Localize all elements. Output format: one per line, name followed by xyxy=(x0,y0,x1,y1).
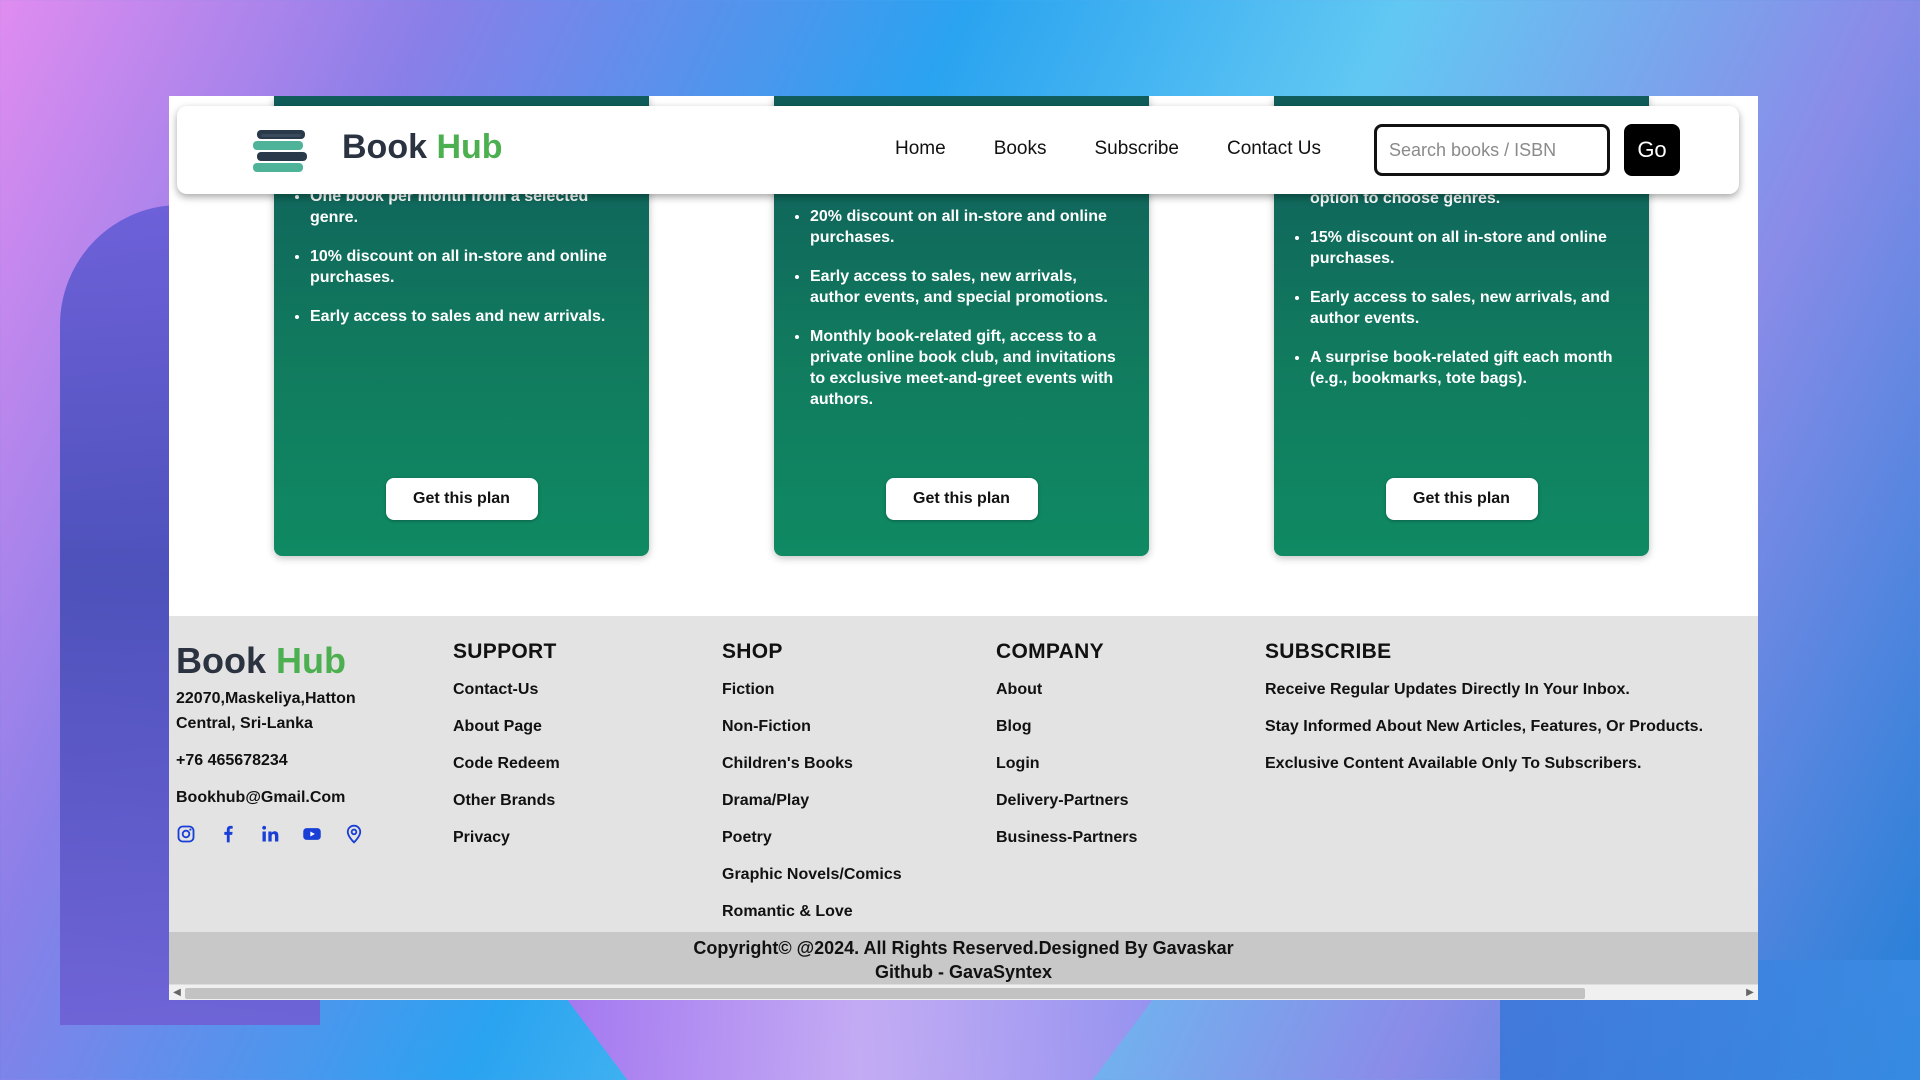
footer-brand-column: Book Hub 22070,Maskeliya,Hatton Central,… xyxy=(176,640,364,844)
footer-support-column: SUPPORT Contact-Us About Page Code Redee… xyxy=(453,640,560,865)
footer-link[interactable]: About xyxy=(996,680,1137,699)
background-shape xyxy=(560,990,1160,1080)
copyright-text: Copyright© @2024. All Rights Reserved.De… xyxy=(693,938,1234,958)
nav-books[interactable]: Books xyxy=(994,138,1047,160)
footer-logo: Book Hub xyxy=(176,640,364,682)
browser-window: One book per month from a selected genre… xyxy=(169,96,1758,1000)
brand-name-part2: Hub xyxy=(436,128,503,166)
footer-link[interactable]: Login xyxy=(996,754,1137,773)
plan-features: option to choose genres. 15% discount on… xyxy=(1292,188,1621,407)
scroll-right-arrow-icon[interactable]: ▶ xyxy=(1744,987,1756,998)
footer-shop-column: SHOP Fiction Non-Fiction Children's Book… xyxy=(722,640,902,939)
footer-link[interactable]: Poetry xyxy=(722,828,902,847)
plan-feature: 15% discount on all in-store and online … xyxy=(1310,227,1621,269)
plan-feature: 20% discount on all in-store and online … xyxy=(810,206,1121,248)
brand-logo-text[interactable]: Book Hub xyxy=(342,128,503,167)
footer-link[interactable]: Delivery-Partners xyxy=(996,791,1137,810)
horizontal-scrollbar[interactable]: ◀ ▶ xyxy=(169,984,1758,1000)
books-logo-icon[interactable] xyxy=(251,128,311,174)
plan-feature: Early access to sales, new arrivals, aut… xyxy=(810,266,1121,308)
plan-features: 20% discount on all in-store and online … xyxy=(792,206,1121,428)
footer-link[interactable]: Code Redeem xyxy=(453,754,560,773)
footer-link[interactable]: Privacy xyxy=(453,828,560,847)
footer-link[interactable]: Fiction xyxy=(722,680,902,699)
nav-home[interactable]: Home xyxy=(895,138,946,160)
footer-link[interactable]: About Page xyxy=(453,717,560,736)
social-links xyxy=(176,824,364,844)
copyright-bar: Copyright© @2024. All Rights Reserved.De… xyxy=(169,932,1758,984)
plan-features: One book per month from a selected genre… xyxy=(292,186,621,345)
footer-brand-part2: Hub xyxy=(276,640,346,681)
address-line: 22070,Maskeliya,Hatton xyxy=(176,690,356,707)
plan-feature: A surprise book-related gift each month … xyxy=(1310,347,1621,389)
subscribe-text: Receive Regular Updates Directly In Your… xyxy=(1265,681,1630,698)
brand-name-part1: Book xyxy=(342,128,427,166)
footer-heading: SHOP xyxy=(722,640,783,663)
get-plan-button[interactable]: Get this plan xyxy=(1385,478,1538,520)
address-line: Central, Sri-Lanka xyxy=(176,715,313,732)
footer-heading: SUPPORT xyxy=(453,640,557,663)
footer-link[interactable]: Romantic & Love xyxy=(722,902,902,921)
footer-subscribe-column: SUBSCRIBE Receive Regular Updates Direct… xyxy=(1265,640,1703,791)
go-button[interactable]: Go xyxy=(1624,124,1680,176)
instagram-icon[interactable] xyxy=(176,824,196,844)
subscribe-text: Stay Informed About New Articles, Featur… xyxy=(1265,718,1704,735)
subscribe-text: Exclusive Content Available Only To Subs… xyxy=(1265,755,1642,772)
footer-link[interactable]: Non-Fiction xyxy=(722,717,902,736)
nav-subscribe[interactable]: Subscribe xyxy=(1095,138,1180,160)
plan-feature: Monthly book-related gift, access to a p… xyxy=(810,326,1121,410)
github-credit[interactable]: Github - GavaSyntex xyxy=(169,960,1758,984)
phone-number: +76 465678234 xyxy=(176,752,288,769)
footer-link[interactable]: Blog xyxy=(996,717,1137,736)
get-plan-button[interactable]: Get this plan xyxy=(885,478,1038,520)
location-icon[interactable] xyxy=(344,824,364,844)
footer-heading: SUBSCRIBE xyxy=(1265,640,1392,663)
search-input[interactable] xyxy=(1374,124,1610,176)
plan-feature: 10% discount on all in-store and online … xyxy=(310,246,621,288)
youtube-icon[interactable] xyxy=(302,824,322,844)
footer-link[interactable]: Graphic Novels/Comics xyxy=(722,865,902,884)
footer-link[interactable]: Business-Partners xyxy=(996,828,1137,847)
footer: Book Hub 22070,Maskeliya,Hatton Central,… xyxy=(169,616,1758,932)
footer-company-column: COMPANY About Blog Login Delivery-Partne… xyxy=(996,640,1137,865)
plan-feature: Early access to sales, new arrivals, and… xyxy=(1310,287,1621,329)
footer-link[interactable]: Children's Books xyxy=(722,754,902,773)
get-plan-button[interactable]: Get this plan xyxy=(385,478,538,520)
scroll-thumb[interactable] xyxy=(185,988,1585,999)
scroll-left-arrow-icon[interactable]: ◀ xyxy=(171,987,183,998)
footer-link[interactable]: Other Brands xyxy=(453,791,560,810)
nav-contact[interactable]: Contact Us xyxy=(1227,138,1321,160)
footer-link[interactable]: Drama/Play xyxy=(722,791,902,810)
navbar: Book Hub Home Books Subscribe Contact Us… xyxy=(177,106,1739,194)
facebook-icon[interactable] xyxy=(218,824,238,844)
email-address[interactable]: Bookhub@Gmail.Com xyxy=(176,785,364,810)
nav-links: Home Books Subscribe Contact Us xyxy=(895,138,1321,160)
linkedin-icon[interactable] xyxy=(260,824,280,844)
footer-heading: COMPANY xyxy=(996,640,1104,663)
plan-feature: Early access to sales and new arrivals. xyxy=(310,306,621,327)
footer-link[interactable]: Contact-Us xyxy=(453,680,560,699)
footer-brand-part1: Book xyxy=(176,640,266,681)
